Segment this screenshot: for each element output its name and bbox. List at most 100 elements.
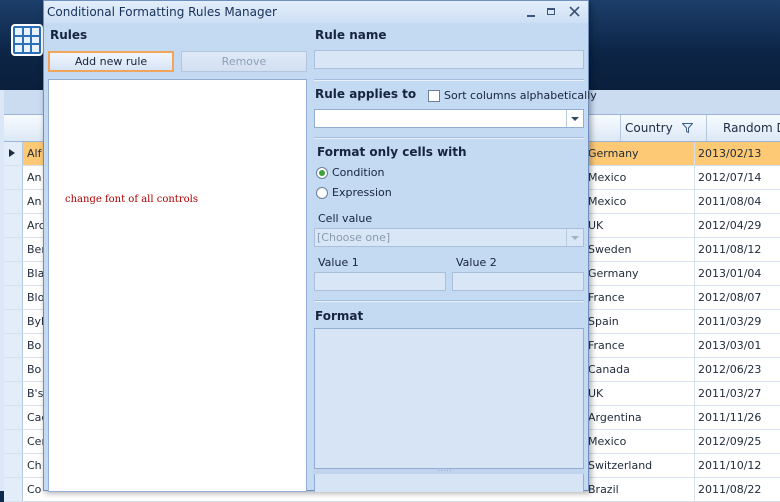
- column-separator: [694, 334, 695, 357]
- cell-random-date[interactable]: 2013/02/13: [698, 147, 761, 160]
- row-indicator[interactable]: [4, 334, 23, 357]
- cell-random-date[interactable]: 2011/03/27: [698, 387, 761, 400]
- column-separator: [694, 286, 695, 309]
- close-button[interactable]: [564, 3, 584, 21]
- sort-columns-label[interactable]: Sort columns alphabetically: [444, 89, 597, 102]
- cell-random-date[interactable]: 2012/07/14: [698, 171, 761, 184]
- divider: [314, 137, 584, 139]
- cell-random-date[interactable]: 2011/08/12: [698, 243, 761, 256]
- cell-random-date[interactable]: 2012/08/07: [698, 291, 761, 304]
- add-new-rule-button[interactable]: Add new rule: [48, 51, 174, 72]
- expression-radio[interactable]: [316, 187, 328, 199]
- row-indicator[interactable]: [4, 286, 23, 309]
- cell-name[interactable]: Bo: [27, 363, 43, 376]
- cell-country[interactable]: Brazil: [588, 483, 619, 496]
- cell-country[interactable]: Mexico: [588, 435, 626, 448]
- column-separator: [694, 142, 695, 165]
- row-indicator[interactable]: [4, 214, 23, 237]
- dropdown-arrow-icon[interactable]: [566, 229, 583, 246]
- cell-name[interactable]: Alf: [27, 147, 43, 160]
- cell-country[interactable]: Canada: [588, 363, 630, 376]
- rule-item[interactable]: change font of all controls: [65, 194, 198, 205]
- rule-name-heading: Rule name: [315, 28, 387, 42]
- cell-name[interactable]: Bla: [27, 267, 43, 280]
- cell-random-date[interactable]: 2012/09/25: [698, 435, 761, 448]
- cell-country[interactable]: Argentina: [588, 411, 642, 424]
- row-indicator[interactable]: [4, 478, 23, 501]
- row-indicator[interactable]: [4, 454, 23, 477]
- cell-country[interactable]: UK: [588, 219, 603, 232]
- sort-columns-checkbox[interactable]: [428, 90, 440, 102]
- cell-country[interactable]: Switzerland: [588, 459, 652, 472]
- row-indicator[interactable]: [4, 262, 23, 285]
- cell-random-date[interactable]: 2013/03/01: [698, 339, 761, 352]
- rule-applies-heading: Rule applies to: [315, 87, 417, 101]
- row-indicator[interactable]: [4, 142, 23, 165]
- cell-name[interactable]: Cac: [27, 411, 43, 424]
- cell-country[interactable]: Mexico: [588, 195, 626, 208]
- value2-input[interactable]: [452, 272, 584, 291]
- cell-random-date[interactable]: 2011/10/12: [698, 459, 761, 472]
- cell-random-date[interactable]: 2011/03/29: [698, 315, 761, 328]
- cell-name[interactable]: Blo: [27, 291, 43, 304]
- cell-country[interactable]: Mexico: [588, 171, 626, 184]
- cell-value-dropdown[interactable]: [Choose one]: [314, 228, 584, 247]
- cell-random-date[interactable]: 2011/08/04: [698, 195, 761, 208]
- cell-random-date[interactable]: 2012/04/29: [698, 219, 761, 232]
- cell-name[interactable]: Arc: [27, 219, 43, 232]
- row-indicator[interactable]: [4, 406, 23, 429]
- app-grid-icon[interactable]: [11, 24, 43, 56]
- value1-input[interactable]: [314, 272, 446, 291]
- row-indicator[interactable]: [4, 190, 23, 213]
- maximize-button[interactable]: [542, 3, 562, 21]
- cell-name[interactable]: Bo: [27, 339, 43, 352]
- cell-country[interactable]: Sweden: [588, 243, 631, 256]
- cell-name[interactable]: Ber: [27, 243, 43, 256]
- row-indicator[interactable]: [4, 358, 23, 381]
- row-indicator[interactable]: [4, 310, 23, 333]
- cell-name[interactable]: Co: [27, 483, 43, 496]
- value1-label: Value 1: [318, 256, 359, 269]
- rule-name-input[interactable]: [314, 50, 584, 69]
- remove-button[interactable]: Remove: [181, 51, 307, 72]
- row-indicator[interactable]: [4, 382, 23, 405]
- expression-label[interactable]: Expression: [332, 186, 392, 199]
- cell-country[interactable]: France: [588, 339, 625, 352]
- minimize-icon: [527, 15, 535, 17]
- cell-name[interactable]: An: [27, 195, 43, 208]
- row-indicator[interactable]: [4, 430, 23, 453]
- column-header-country[interactable]: Country: [620, 115, 707, 141]
- cell-country[interactable]: Spain: [588, 315, 619, 328]
- column-separator: [694, 358, 695, 381]
- column-header-random-date[interactable]: Random Dat: [706, 115, 780, 141]
- cell-country[interactable]: Germany: [588, 267, 639, 280]
- cell-country[interactable]: Germany: [588, 147, 639, 160]
- cell-name[interactable]: Byl: [27, 315, 43, 328]
- rule-applies-dropdown[interactable]: [314, 109, 584, 128]
- condition-radio[interactable]: [316, 167, 328, 179]
- cell-name[interactable]: B's: [27, 387, 43, 400]
- dropdown-arrow-icon[interactable]: [566, 110, 583, 127]
- format-preview: [314, 474, 584, 492]
- divider: [314, 300, 584, 302]
- column-separator: [694, 430, 695, 453]
- cell-random-date[interactable]: 2013/01/04: [698, 267, 761, 280]
- cell-country[interactable]: UK: [588, 387, 603, 400]
- cell-name[interactable]: Ch: [27, 459, 43, 472]
- condition-label[interactable]: Condition: [332, 166, 385, 179]
- row-indicator[interactable]: [4, 166, 23, 189]
- cell-random-date[interactable]: 2012/06/23: [698, 363, 761, 376]
- column-separator: [694, 478, 695, 501]
- format-panel[interactable]: [314, 328, 584, 469]
- row-indicator[interactable]: [4, 238, 23, 261]
- cell-random-date[interactable]: 2011/08/22: [698, 483, 761, 496]
- cell-country[interactable]: France: [588, 291, 625, 304]
- cell-name[interactable]: Cer: [27, 435, 43, 448]
- filter-icon[interactable]: [682, 123, 693, 133]
- cell-name[interactable]: An: [27, 171, 43, 184]
- minimize-button[interactable]: [522, 3, 542, 21]
- rules-list[interactable]: change font of all controls: [48, 79, 307, 492]
- maximize-icon: [547, 8, 555, 15]
- dialog-titlebar[interactable]: Conditional Formatting Rules Manager: [44, 1, 588, 23]
- cell-random-date[interactable]: 2011/11/26: [698, 411, 761, 424]
